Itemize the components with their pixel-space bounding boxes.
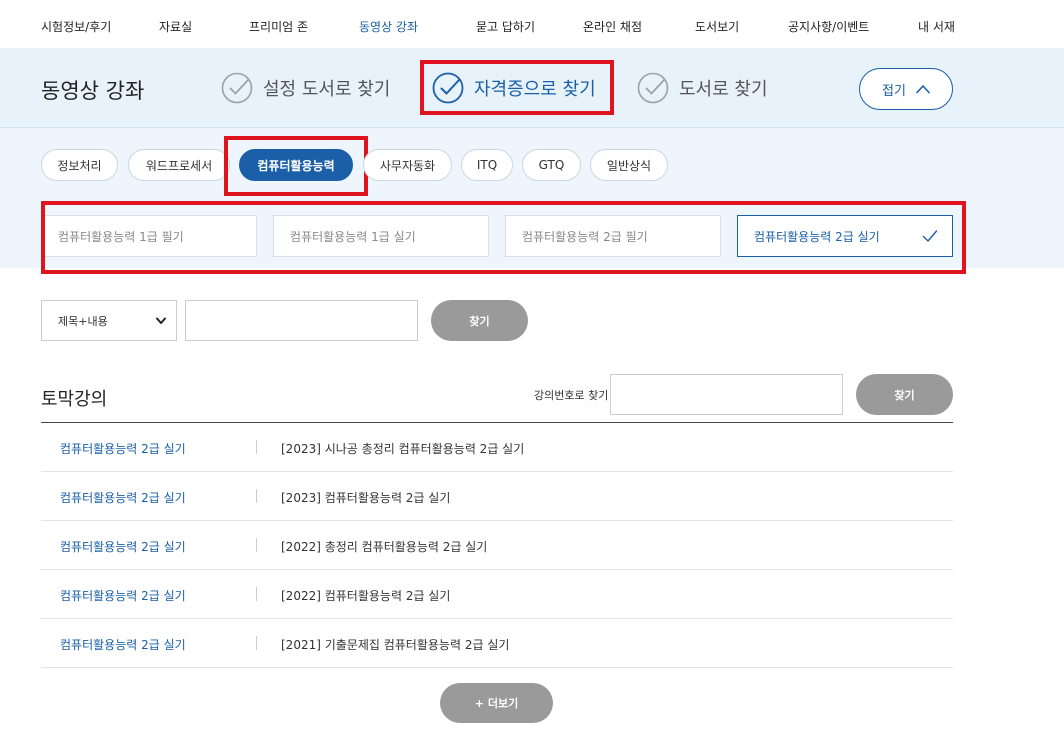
lecture-title: [2023] 시나공 총정리 컴퓨터활용능력 2급 실기 bbox=[281, 442, 525, 456]
check-icon bbox=[922, 230, 938, 242]
level-option-1-practical[interactable]: 컴퓨터활용능력 1급 실기 bbox=[273, 215, 489, 257]
mode-set-book[interactable]: 설정 도서로 찾기 bbox=[221, 68, 390, 108]
nav-item-archive[interactable]: 자료실 bbox=[159, 18, 192, 35]
lecture-category: 컴퓨터활용능력 2급 실기 bbox=[60, 638, 186, 652]
lecture-number-input[interactable] bbox=[610, 374, 843, 415]
lecture-category: 컴퓨터활용능력 2급 실기 bbox=[60, 589, 186, 603]
level-option-2-written[interactable]: 컴퓨터활용능력 2급 필기 bbox=[505, 215, 721, 257]
header-band: 동영상 강좌 설정 도서로 찾기 자격증으로 찾기 도서로 찾기 접기 bbox=[0, 48, 1064, 128]
mode-book[interactable]: 도서로 찾기 bbox=[637, 68, 768, 108]
lecture-title: [2022] 컴퓨터활용능력 2급 실기 bbox=[281, 589, 451, 603]
fold-button-label: 접기 bbox=[882, 83, 906, 99]
mode-certificate-label: 자격증으로 찾기 bbox=[474, 79, 596, 100]
category-chip-office-automation[interactable]: 사무자동화 bbox=[363, 149, 452, 181]
check-circle-icon bbox=[221, 72, 253, 104]
level-option-2-practical[interactable]: 컴퓨터활용능력 2급 실기 bbox=[737, 215, 953, 257]
search-field-select-value: 제목+내용 bbox=[58, 314, 108, 328]
category-chip-computer-literacy[interactable]: 컴퓨터활용능력 bbox=[239, 149, 353, 181]
chevron-up-icon bbox=[916, 85, 930, 94]
nav-item-my-library[interactable]: 내 서재 bbox=[918, 18, 955, 35]
lecture-number-label: 강의번호로 찾기 bbox=[534, 389, 609, 402]
nav-item-notices-events[interactable]: 공지사항/이벤트 bbox=[788, 18, 869, 35]
search-field-select[interactable]: 제목+내용 bbox=[41, 300, 177, 341]
category-chip-gtq[interactable]: GTQ bbox=[522, 149, 581, 181]
lecture-row[interactable]: 컴퓨터활용능력 2급 실기 [2022] 컴퓨터활용능력 2급 실기 bbox=[41, 570, 953, 619]
lecture-row[interactable]: 컴퓨터활용능력 2급 실기 [2023] 시나공 총정리 컴퓨터활용능력 2급 … bbox=[41, 423, 953, 472]
category-chip-word-processor[interactable]: 워드프로세서 bbox=[128, 149, 230, 181]
mode-certificate[interactable]: 자격증으로 찾기 bbox=[432, 68, 596, 108]
page-title: 동영상 강좌 bbox=[41, 79, 145, 103]
lecture-title: [2023] 컴퓨터활용능력 2급 실기 bbox=[281, 491, 451, 505]
nav-item-exam-info[interactable]: 시험정보/후기 bbox=[41, 18, 111, 35]
search-button[interactable]: 찾기 bbox=[431, 300, 528, 341]
section-title: 토막강의 bbox=[41, 389, 108, 410]
mode-book-label: 도서로 찾기 bbox=[679, 79, 768, 100]
column-divider bbox=[256, 587, 257, 601]
category-chip-info-processing[interactable]: 정보처리 bbox=[41, 149, 118, 181]
lecture-row[interactable]: 컴퓨터활용능력 2급 실기 [2021] 기출문제집 컴퓨터활용능력 2급 실기 bbox=[41, 619, 953, 668]
chevron-down-icon bbox=[156, 317, 166, 324]
filter-panel: 정보처리 워드프로세서 컴퓨터활용능력 사무자동화 ITQ GTQ 일반상식 컴… bbox=[0, 128, 1064, 274]
nav-item-premium[interactable]: 프리미엄 존 bbox=[249, 18, 308, 35]
fold-button[interactable]: 접기 bbox=[859, 68, 953, 110]
lecture-number-search-button[interactable]: 찾기 bbox=[856, 374, 953, 415]
column-divider bbox=[256, 538, 257, 552]
column-divider bbox=[256, 440, 257, 454]
check-circle-icon bbox=[432, 72, 464, 104]
search-input[interactable] bbox=[185, 300, 418, 341]
mode-set-book-label: 설정 도서로 찾기 bbox=[263, 79, 391, 100]
nav-item-qna[interactable]: 묻고 답하기 bbox=[476, 18, 535, 35]
lecture-title: [2021] 기출문제집 컴퓨터활용능력 2급 실기 bbox=[281, 638, 510, 652]
lecture-category: 컴퓨터활용능력 2급 실기 bbox=[60, 442, 186, 456]
lecture-title: [2022] 총정리 컴퓨터활용능력 2급 실기 bbox=[281, 540, 488, 554]
lecture-category: 컴퓨터활용능력 2급 실기 bbox=[60, 491, 186, 505]
top-nav: 시험정보/후기 자료실 프리미엄 존 동영상 강좌 묻고 답하기 온라인 채점 … bbox=[0, 0, 1064, 48]
load-more-button[interactable]: + 더보기 bbox=[440, 683, 553, 723]
category-chip-itq[interactable]: ITQ bbox=[461, 149, 513, 181]
lecture-row[interactable]: 컴퓨터활용능력 2급 실기 [2022] 총정리 컴퓨터활용능력 2급 실기 bbox=[41, 521, 953, 570]
column-divider bbox=[256, 636, 257, 650]
level-option-2-practical-label: 컴퓨터활용능력 2급 실기 bbox=[754, 229, 880, 244]
check-circle-icon bbox=[637, 72, 669, 104]
category-chip-general-knowledge[interactable]: 일반상식 bbox=[590, 149, 668, 181]
level-option-1-written[interactable]: 컴퓨터활용능력 1급 필기 bbox=[41, 215, 257, 257]
nav-item-books[interactable]: 도서보기 bbox=[695, 18, 739, 35]
nav-item-video-lectures[interactable]: 동영상 강좌 bbox=[359, 18, 418, 35]
lecture-category: 컴퓨터활용능력 2급 실기 bbox=[60, 540, 186, 554]
nav-item-online-grading[interactable]: 온라인 채점 bbox=[583, 18, 642, 35]
column-divider bbox=[256, 489, 257, 503]
lecture-row[interactable]: 컴퓨터활용능력 2급 실기 [2023] 컴퓨터활용능력 2급 실기 bbox=[41, 472, 953, 521]
